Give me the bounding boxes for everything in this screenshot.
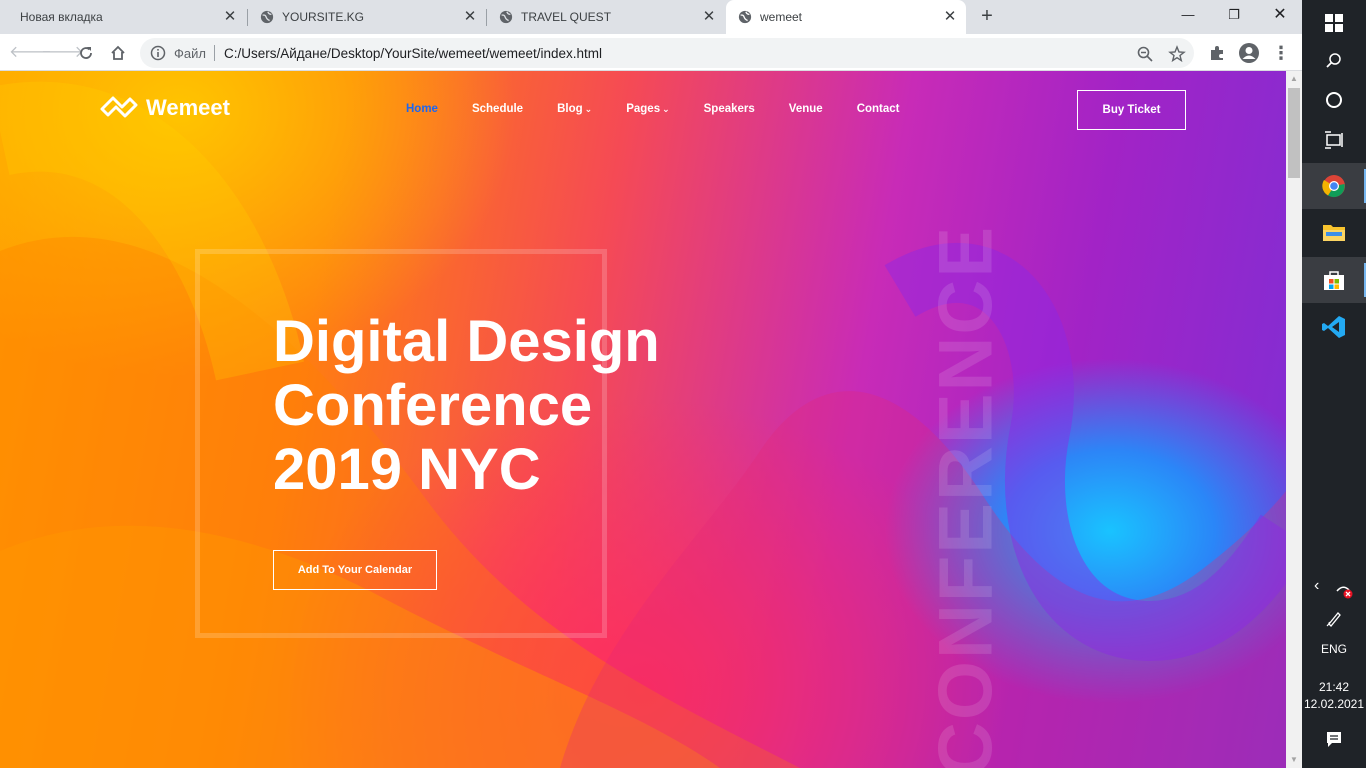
nav-label: Venue bbox=[788, 103, 823, 115]
back-button[interactable]: 🡐 bbox=[9, 41, 52, 65]
task-view-button[interactable] bbox=[1302, 117, 1366, 163]
tab-title: wemeet bbox=[760, 10, 803, 24]
cortana-icon bbox=[1326, 92, 1342, 108]
address-bar[interactable]: Файл bbox=[140, 38, 1194, 68]
info-icon[interactable] bbox=[150, 45, 166, 61]
store-icon bbox=[1324, 271, 1344, 290]
maximize-button[interactable]: ❐ bbox=[1211, 0, 1257, 30]
clock-time[interactable]: 21:42 bbox=[1302, 680, 1366, 694]
clock-date[interactable]: 12.02.2021 bbox=[1302, 697, 1366, 711]
nav-label: Pages bbox=[626, 103, 661, 115]
browser-tab-strip: Новая вкладка ✕ YOURSITE.KG ✕ TRAVEL QUE… bbox=[0, 0, 1302, 34]
tab-yoursite[interactable]: YOURSITE.KG ✕ bbox=[248, 0, 486, 34]
wemeet-logo-icon bbox=[100, 96, 138, 118]
pen-icon bbox=[1326, 612, 1341, 627]
tab-travel-quest[interactable]: TRAVEL QUEST ✕ bbox=[487, 0, 725, 34]
extensions-button[interactable] bbox=[1205, 41, 1229, 65]
file-explorer-icon bbox=[1323, 225, 1345, 241]
nav-label: Blog bbox=[557, 103, 583, 115]
nav-venue[interactable]: Venue bbox=[789, 103, 823, 115]
vscode-icon bbox=[1322, 316, 1345, 338]
nav-pages[interactable]: Pages ⌄ bbox=[626, 103, 669, 115]
site-logo[interactable]: Wemeet bbox=[100, 95, 230, 121]
zoom-icon[interactable] bbox=[1136, 45, 1154, 63]
reload-button[interactable] bbox=[74, 41, 98, 65]
nav-blog[interactable]: Blog ⌄ bbox=[557, 103, 592, 115]
tab-wemeet[interactable]: wemeet ✕ bbox=[726, 0, 966, 34]
close-tab-icon[interactable]: ✕ bbox=[222, 9, 238, 25]
action-center-button[interactable] bbox=[1302, 716, 1366, 762]
bookmark-star-icon[interactable] bbox=[1168, 45, 1186, 63]
nav-label: Speakers bbox=[703, 103, 755, 115]
nav-speakers[interactable]: Speakers bbox=[704, 103, 755, 115]
windows-start-icon bbox=[1325, 14, 1343, 32]
browser-toolbar: 🡐 🡒 Файл ⋮ bbox=[0, 34, 1302, 71]
chevron-down-icon: ⌄ bbox=[662, 104, 670, 114]
taskbar-chrome[interactable] bbox=[1302, 163, 1366, 209]
pen-workspace-button[interactable] bbox=[1302, 596, 1366, 642]
close-window-button[interactable]: ✕ bbox=[1257, 0, 1303, 30]
chevron-down-icon: ⌄ bbox=[584, 104, 593, 114]
hero-title: Digital Design Conference 2019 NYC bbox=[273, 310, 793, 502]
tab-title: TRAVEL QUEST bbox=[521, 10, 612, 24]
site-logo-text: Wemeet bbox=[146, 95, 230, 120]
taskbar-vscode[interactable] bbox=[1302, 304, 1366, 350]
url-input[interactable] bbox=[224, 43, 1104, 63]
scroll-down-arrow-icon[interactable]: ▼ bbox=[1290, 755, 1298, 764]
language-indicator[interactable]: ENG bbox=[1302, 642, 1366, 656]
avatar-icon bbox=[1239, 43, 1259, 63]
close-tab-icon[interactable]: ✕ bbox=[701, 9, 717, 25]
hero-title-line: Conference bbox=[273, 373, 593, 438]
tab-title: Новая вкладка bbox=[20, 10, 103, 24]
search-icon bbox=[1326, 53, 1341, 68]
home-button[interactable] bbox=[106, 41, 130, 65]
scrollbar-thumb[interactable] bbox=[1288, 88, 1300, 178]
notification-icon bbox=[1327, 732, 1341, 747]
nav-contact[interactable]: Contact bbox=[857, 103, 900, 115]
nav-schedule[interactable]: Schedule bbox=[472, 103, 523, 115]
add-to-calendar-button[interactable]: Add To Your Calendar bbox=[273, 550, 437, 590]
scheme-label: Файл bbox=[174, 46, 206, 61]
globe-icon bbox=[260, 10, 274, 24]
site-navigation: Home Schedule Blog ⌄ Pages ⌄ Speakers Venu… bbox=[406, 103, 934, 115]
puzzle-icon bbox=[1211, 46, 1223, 60]
taskbar-store[interactable] bbox=[1302, 257, 1366, 303]
home-icon bbox=[111, 45, 125, 60]
tab-new-tab[interactable]: Новая вкладка ✕ bbox=[8, 0, 246, 34]
forward-button[interactable]: 🡒 bbox=[41, 41, 84, 65]
hero-title-line: 2019 NYC bbox=[273, 437, 541, 502]
buy-ticket-button[interactable]: Buy Ticket bbox=[1077, 90, 1186, 130]
nav-home[interactable]: Home bbox=[406, 103, 438, 115]
profile-button[interactable] bbox=[1237, 41, 1261, 65]
page-viewport: Wemeet Home Schedule Blog ⌄ Pages ⌄ Speake… bbox=[0, 71, 1286, 768]
tab-title: YOURSITE.KG bbox=[282, 10, 365, 24]
address-divider bbox=[214, 45, 215, 61]
show-hidden-icons-icon[interactable]: ‹ bbox=[1314, 577, 1319, 595]
reload-icon bbox=[80, 47, 92, 59]
page-scrollbar[interactable]: ▲ ▼ bbox=[1286, 71, 1302, 768]
task-view-icon bbox=[1325, 131, 1343, 149]
chrome-icon bbox=[1322, 175, 1345, 198]
menu-button[interactable]: ⋮ bbox=[1269, 41, 1293, 65]
taskbar-file-explorer[interactable] bbox=[1302, 210, 1366, 256]
nav-label: Home bbox=[406, 103, 438, 115]
hero-title-line: Digital Design bbox=[273, 309, 660, 374]
globe-icon bbox=[499, 10, 513, 24]
scroll-up-arrow-icon[interactable]: ▲ bbox=[1290, 74, 1298, 83]
close-tab-icon[interactable]: ✕ bbox=[462, 9, 478, 25]
decorative-vertical-text: CONFERENCE bbox=[923, 224, 1009, 768]
new-tab-button[interactable]: + bbox=[976, 5, 998, 27]
globe-icon bbox=[738, 10, 752, 24]
nav-label: Schedule bbox=[471, 103, 524, 115]
close-tab-icon[interactable]: ✕ bbox=[942, 9, 958, 25]
nav-label: Contact bbox=[856, 103, 900, 115]
minimize-button[interactable]: — bbox=[1165, 0, 1211, 30]
windows-taskbar: ‹ ENG 21:42 12.02.2021 bbox=[1302, 0, 1366, 768]
